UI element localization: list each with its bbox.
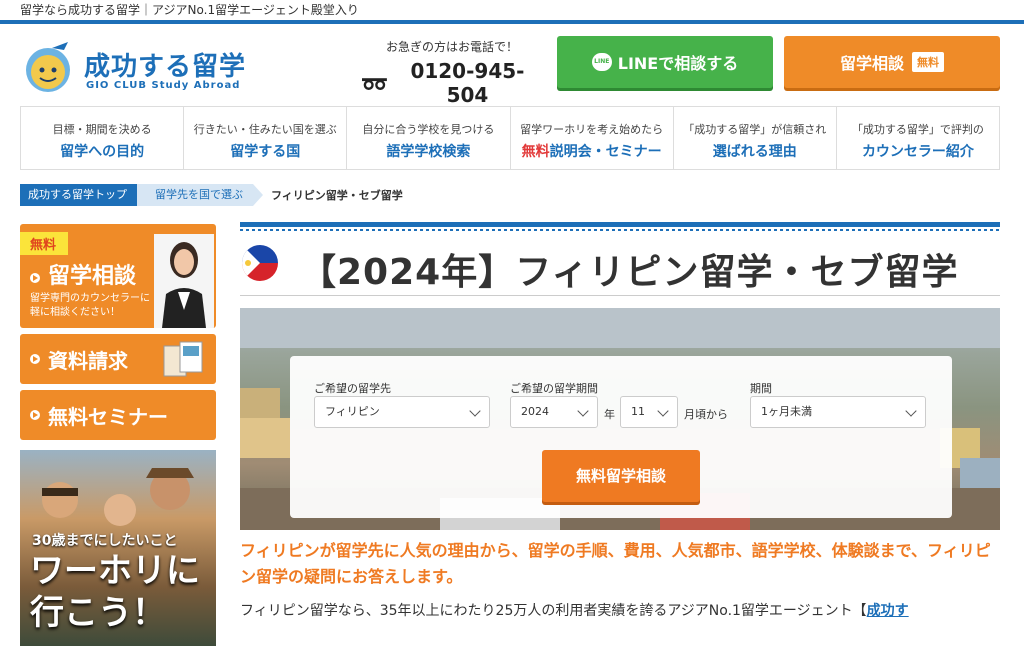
- body-text: フィリピン留学なら、35年以上にわたり25万人の利用者実績を誇るアジアNo.1留…: [240, 603, 909, 619]
- line-icon: [591, 53, 612, 71]
- nav-seminar-label: 説明会・セミナー: [549, 144, 662, 160]
- breadcrumb: 成功する留学トップ 留学先を国で選ぶ フィリピン留学・セブ留学: [20, 184, 403, 206]
- site-header: 成功する留学 GIO CLUB Study Abroad お急ぎの方はお電話で！…: [0, 24, 1024, 107]
- hero-search: ご希望の留学先 フィリピン ご希望の留学期間 2024 年 11 月頃から 期間…: [240, 308, 1000, 530]
- nav-sub: 目標・期間を決める: [52, 123, 152, 136]
- arrow-circle-icon: [30, 354, 40, 364]
- line-consult-button[interactable]: LINEで相談する: [557, 36, 773, 88]
- nav-main: 語学学校検索: [386, 144, 471, 160]
- nav-item-school-search[interactable]: 自分に合う学校を見つける 語学学校検索: [346, 107, 509, 169]
- nav-sub: 「成功する留学」が信頼され: [683, 123, 827, 136]
- phone-number-text: 0120-945-504: [410, 59, 525, 107]
- free-consult-submit-button[interactable]: 無料留学相談: [542, 450, 700, 502]
- length-label: 期間: [750, 382, 772, 395]
- line-button-label: LINEで相談する: [617, 54, 739, 73]
- search-panel: ご希望の留学先 フィリピン ご希望の留学期間 2024 年 11 月頃から 期間…: [290, 356, 952, 518]
- nav-item-seminar[interactable]: 留学ワーホリを考え始めたら 無料説明会・セミナー: [509, 107, 673, 169]
- site-logo[interactable]: 成功する留学 GIO CLUB Study Abroad: [22, 36, 262, 96]
- length-select[interactable]: 1ヶ月未満: [750, 396, 926, 428]
- seminar-label: 無料セミナー: [48, 404, 168, 429]
- chevron-down-icon: [657, 405, 669, 417]
- request-label: 資料請求: [48, 348, 128, 373]
- logo-globe-icon: [26, 42, 70, 92]
- phone-number[interactable]: 0120-945-504: [362, 59, 542, 107]
- destination-label: ご希望の留学先: [314, 382, 391, 395]
- page-title-bar: 【2024年】フィリピン留学・セブ留学: [240, 222, 1000, 296]
- banner-caption: 30歳までにしたいこと: [32, 533, 178, 549]
- phone-note: お急ぎの方はお電話で！: [385, 40, 518, 54]
- arrow-circle-icon: [30, 410, 40, 420]
- page-title: 【2024年】フィリピン留学・セブ留学: [300, 252, 959, 293]
- sidebar-consult-title: 留学相談: [30, 258, 136, 290]
- logo-title: 成功する留学: [84, 52, 247, 82]
- brochure-image: [163, 341, 203, 377]
- working-holiday-banner[interactable]: 30歳までにしたいこと ワーホリに 行こう！: [20, 450, 216, 646]
- banner-headline: ワーホリに 行こう！: [30, 551, 200, 633]
- nav-item-reasons[interactable]: 「成功する留学」が信頼され 選ばれる理由: [672, 107, 836, 169]
- nav-sub: 留学ワーホリを考え始めたら: [520, 123, 664, 136]
- nav-main: 留学への目的: [60, 144, 145, 160]
- nav-sub: 「成功する留学」で評判の: [851, 123, 984, 136]
- consult-button-label: 留学相談: [839, 54, 904, 73]
- nav-item-purpose[interactable]: 目標・期間を決める 留学への目的: [20, 107, 183, 169]
- free-badge: 無料: [912, 52, 944, 72]
- breadcrumb-country[interactable]: 留学先を国で選ぶ: [137, 184, 263, 206]
- period-label: ご希望の留学期間: [510, 382, 598, 395]
- nav-main: 選ばれる理由: [712, 144, 797, 160]
- nav-item-counselors[interactable]: 「成功する留学」で評判の カウンセラー紹介: [835, 107, 1001, 169]
- top-tagline: 留学なら成功する留学｜アジアNo.1留学エージェント殿堂入り: [0, 0, 1024, 24]
- free-consult-button[interactable]: 留学相談 無料: [784, 36, 1000, 88]
- arrow-circle-icon: [30, 273, 40, 283]
- sidebar-consult-banner[interactable]: 無料 留学相談 留学専門のカウンセラーに お気軽に相談ください！: [20, 224, 216, 328]
- global-nav: 目標・期間を決める 留学への目的 行きたい・住みたい国を選ぶ 留学する国 自分に…: [20, 106, 1001, 170]
- breadcrumb-home[interactable]: 成功する留学トップ: [20, 184, 147, 206]
- destination-select[interactable]: フィリピン: [314, 396, 490, 428]
- breadcrumb-current: フィリピン留学・セブ留学: [271, 189, 403, 202]
- year-unit: 年: [604, 408, 615, 421]
- nav-main: カウンセラー紹介: [861, 144, 974, 160]
- sidebar-free-tag: 無料: [20, 232, 69, 255]
- nav-main: 無料説明会・セミナー: [511, 141, 673, 161]
- lead-text: フィリピンが留学先に人気の理由から、留学の手順、費用、人気都市、語学学校、体験談…: [240, 541, 991, 586]
- month-unit: 月頃から: [684, 408, 728, 421]
- main-content: 【2024年】フィリピン留学・セブ留学 ご希望の留学先 フィリピン ご希望の留学…: [240, 222, 1000, 620]
- nav-sub: 自分に合う学校を見つける: [362, 123, 495, 136]
- nav-free-label: 無料: [521, 144, 550, 160]
- nav-item-country[interactable]: 行きたい・住みたい国を選ぶ 留学する国: [183, 107, 346, 169]
- sidebar: 無料 留学相談 留学専門のカウンセラーに お気軽に相談ください！ 資料請求 無料…: [20, 224, 216, 646]
- sidebar-request-button[interactable]: 資料請求: [20, 334, 216, 384]
- logo-subtitle: GIO CLUB Study Abroad: [86, 80, 241, 91]
- sidebar-seminar-button[interactable]: 無料セミナー: [20, 390, 216, 440]
- nav-sub: 行きたい・住みたい国を選ぶ: [193, 123, 337, 136]
- chevron-down-icon: [905, 405, 917, 417]
- nav-main: 留学する国: [230, 144, 301, 160]
- freedial-icon: [362, 78, 387, 90]
- philippines-flag-icon: [242, 245, 278, 281]
- year-select[interactable]: 2024: [510, 396, 598, 428]
- chevron-down-icon: [469, 405, 481, 417]
- phone-contact: お急ぎの方はお電話で！ 0120-945-504: [362, 38, 542, 107]
- body-link[interactable]: 成功す: [867, 603, 909, 619]
- counselor-photo: [154, 234, 214, 328]
- chevron-down-icon: [577, 405, 589, 417]
- month-select[interactable]: 11: [620, 396, 678, 428]
